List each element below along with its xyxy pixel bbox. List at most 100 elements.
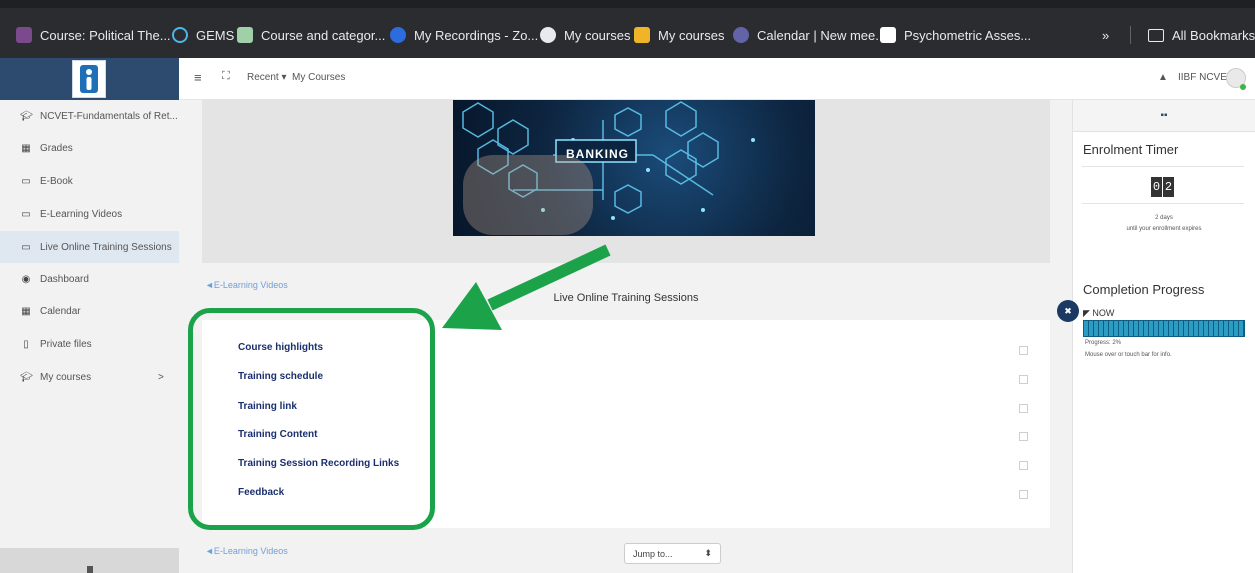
completion-progress-bar[interactable] bbox=[1083, 320, 1245, 337]
graduation-cap-icon: 🎓︎ bbox=[20, 110, 33, 122]
bookmark-label: My courses bbox=[658, 27, 725, 43]
my-courses-link[interactable]: My Courses bbox=[292, 72, 345, 83]
notification-bell-icon[interactable]: ▲ bbox=[1158, 72, 1168, 83]
timer-expires-text: until your enrollment expires bbox=[1126, 226, 1202, 232]
bookmark-label: Calendar | New mee... bbox=[757, 27, 887, 43]
course-favicon-icon bbox=[16, 27, 32, 43]
progress-hint-text: Mouse over or touch bar for info. bbox=[1085, 352, 1172, 358]
section-title: Live Online Training Sessions bbox=[553, 292, 699, 304]
timer-digit: 0 bbox=[1151, 177, 1162, 197]
completion-checkbox[interactable] bbox=[1019, 490, 1028, 499]
user-name[interactable]: IIBF NCVET bbox=[1178, 72, 1233, 83]
now-label: NOW bbox=[1092, 308, 1115, 318]
sidebar-item-label: Calendar bbox=[40, 305, 81, 317]
fullscreen-icon[interactable]: ⛶ bbox=[222, 70, 230, 83]
sidebar-item-dashboard[interactable]: ◉ Dashboard bbox=[0, 264, 179, 294]
progress-percent-text: Progress: 2% bbox=[1085, 340, 1122, 346]
bookmark-item[interactable]: Calendar | New mee... bbox=[733, 24, 886, 46]
sidebar-item-grades[interactable]: ▦ Grades bbox=[0, 133, 179, 163]
bookmark-item[interactable]: My courses bbox=[634, 24, 724, 46]
graduation-cap-icon: 🎓︎ bbox=[20, 371, 33, 383]
courses-favicon-icon bbox=[634, 27, 650, 43]
bookmark-item[interactable]: Course: Political The... bbox=[16, 24, 171, 46]
folder-icon bbox=[1148, 28, 1164, 42]
sidebar-item-label: E-Learning Videos bbox=[40, 208, 123, 220]
sidebar-item-course[interactable]: 🎓︎ NCVET-Fundamentals of Ret... bbox=[0, 101, 179, 131]
completion-progress-title: Completion Progress bbox=[1083, 282, 1205, 297]
sidebar-item-label: Grades bbox=[40, 142, 73, 154]
sidebar-item-elearning-videos[interactable]: ▭ E-Learning Videos bbox=[0, 199, 179, 229]
more-bookmarks-button[interactable]: » bbox=[1102, 24, 1109, 46]
gems-favicon-icon bbox=[172, 27, 188, 43]
completion-checkbox[interactable] bbox=[1019, 404, 1028, 413]
sidebar-item-label: Live Online Training Sessions bbox=[40, 241, 172, 253]
banking-illustration-icon bbox=[462, 101, 755, 235]
timer-days-text: 2 days bbox=[1155, 215, 1173, 221]
bookmark-item[interactable]: GEMS bbox=[172, 24, 234, 46]
bookmarks-divider bbox=[1130, 26, 1131, 44]
bookmark-label: Course: Political The... bbox=[40, 27, 171, 43]
now-marker: ◤ NOW bbox=[1083, 308, 1115, 318]
annotation-highlight-box bbox=[188, 308, 435, 530]
more-bookmarks-label: » bbox=[1102, 27, 1110, 43]
divider bbox=[1082, 166, 1244, 167]
sidebar-item-ebook[interactable]: ▭ E-Book bbox=[0, 166, 179, 196]
grid-icon: ▪▪ bbox=[1160, 110, 1168, 121]
dashboard-icon: ◉ bbox=[21, 273, 31, 285]
sidebar-item-my-courses[interactable]: 🎓︎ My courses > bbox=[0, 362, 179, 392]
online-status-dot bbox=[1240, 84, 1246, 90]
bookmark-item[interactable]: Psychometric Asses... bbox=[880, 24, 1031, 46]
jump-to-label: Jump to... bbox=[633, 548, 673, 559]
course-banner-image: BANKING bbox=[453, 100, 815, 236]
folder-icon: ▭ bbox=[21, 208, 31, 220]
bookmark-label: My courses bbox=[564, 27, 631, 43]
completion-checkbox[interactable] bbox=[1019, 375, 1028, 384]
logo-icon bbox=[80, 65, 98, 93]
completion-checkbox[interactable] bbox=[1019, 461, 1028, 470]
all-bookmarks-button[interactable]: All Bookmarks bbox=[1148, 24, 1255, 46]
menu-toggle-icon[interactable]: ≡ bbox=[194, 70, 202, 85]
folder-icon: ▭ bbox=[21, 175, 31, 187]
chevron-right-icon: > bbox=[158, 371, 164, 383]
sidebar-footer-icon[interactable] bbox=[87, 566, 93, 573]
bookmark-item[interactable]: My courses bbox=[540, 24, 630, 46]
bookmark-label: GEMS bbox=[196, 27, 235, 43]
folder-icon: ▭ bbox=[21, 241, 31, 253]
globe-icon bbox=[540, 27, 556, 43]
sidebar-item-live-online-training[interactable]: ▭ Live Online Training Sessions bbox=[0, 231, 179, 263]
all-bookmarks-label: All Bookmarks bbox=[1172, 27, 1255, 43]
blank-page-icon bbox=[880, 27, 896, 43]
select-arrow-icon: ⬍ bbox=[704, 548, 712, 558]
sidebar-item-label: NCVET-Fundamentals of Ret... bbox=[40, 110, 178, 122]
sidebar-item-private-files[interactable]: ▯ Private files bbox=[0, 329, 179, 359]
bookmark-item[interactable]: My Recordings - Zo... bbox=[390, 24, 538, 46]
completion-checkbox[interactable] bbox=[1019, 346, 1028, 355]
timer-digit: 2 bbox=[1163, 177, 1174, 197]
calendar-icon: ▦ bbox=[21, 305, 31, 317]
site-logo[interactable] bbox=[72, 60, 106, 98]
enrolment-timer-title: Enrolment Timer bbox=[1083, 142, 1179, 157]
divider bbox=[1082, 203, 1244, 204]
bookmark-label: Course and categor... bbox=[261, 27, 386, 43]
sidebar-item-label: Private files bbox=[40, 338, 92, 350]
completion-checkbox[interactable] bbox=[1019, 432, 1028, 441]
jump-to-select[interactable]: Jump to... ⬍ bbox=[624, 543, 721, 564]
annotation-arrow-icon bbox=[442, 244, 611, 330]
zoom-favicon-icon bbox=[390, 27, 406, 43]
file-icon: ▯ bbox=[23, 338, 29, 350]
table-icon: ▦ bbox=[21, 142, 31, 154]
recent-dropdown[interactable]: Recent ▾ bbox=[247, 72, 286, 83]
course-category-favicon-icon bbox=[237, 27, 253, 43]
pin-drawer-icon[interactable]: ✖ bbox=[1057, 300, 1079, 322]
sidebar-item-calendar[interactable]: ▦ Calendar bbox=[0, 296, 179, 326]
sidebar-item-label: Dashboard bbox=[40, 273, 89, 285]
sidebar-item-label: E-Book bbox=[40, 175, 73, 187]
bookmark-label: Psychometric Asses... bbox=[904, 27, 1032, 43]
prev-section-link-top[interactable]: ◄E-Learning Videos bbox=[205, 280, 288, 290]
sidebar-item-label: My courses bbox=[40, 371, 92, 383]
bookmark-item[interactable]: Course and categor... bbox=[237, 24, 385, 46]
prev-section-link-bottom[interactable]: ◄E-Learning Videos bbox=[205, 546, 288, 556]
teams-favicon-icon bbox=[733, 27, 749, 43]
block-drawer-header[interactable]: ▪▪ bbox=[1073, 100, 1255, 132]
banner-text: BANKING bbox=[566, 147, 629, 161]
